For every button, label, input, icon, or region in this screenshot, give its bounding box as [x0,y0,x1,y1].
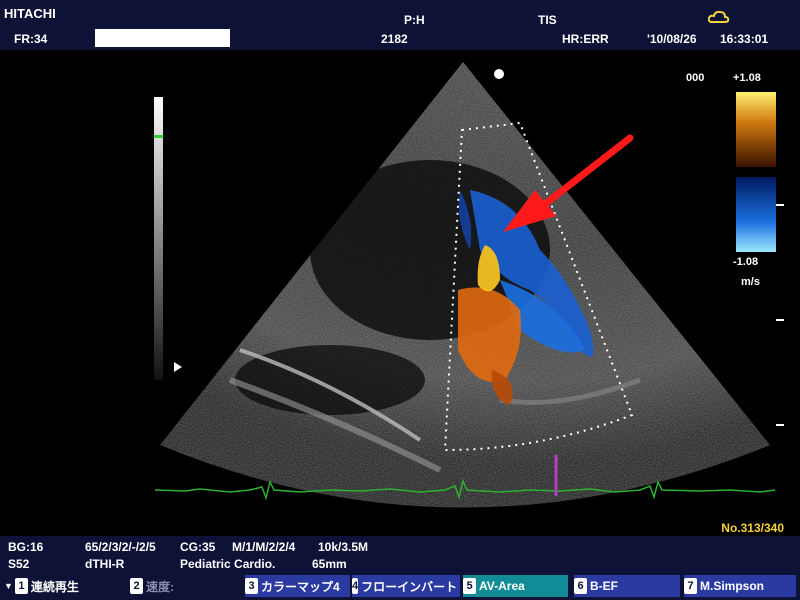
fkey-2[interactable]: 2 速度: [130,575,240,597]
fkey-3[interactable]: 3 カラーマップ4 [245,575,350,597]
velocity-mode: 000 [686,72,705,84]
redacted-patient-info [95,29,230,47]
heart-rate: HR:ERR [562,32,609,46]
function-key-bar: ▼ 1 連続再生 2 速度: 3 カラーマップ4 4 フローインバート 5 AV… [0,575,800,600]
bg-params: 65/2/3/2/-/2/5 [85,540,156,554]
cg-params: M/1/M/2/2/4 [232,540,296,554]
fkey-1[interactable]: ▼ 1 連続再生 [4,575,124,597]
depth: 65mm [312,557,347,571]
velocity-min: -1.08 [733,256,759,268]
fkey-7[interactable]: 7 M.Simpson [684,575,796,597]
ultrasound-image: 000 +1.08 -1.08 m/s [0,50,800,536]
depth-code: 2182 [381,32,408,46]
frequency: 10k/3.5M [318,540,369,554]
triangle-down-icon: ▼ [4,581,13,591]
bg-gain: BG:16 [8,540,44,554]
cg-gain: CG:35 [180,540,216,554]
orientation-dot [494,69,504,79]
fkey-6[interactable]: 6 B-EF [574,575,680,597]
echo-canvas [154,62,784,508]
depth-ticks [776,204,784,426]
fkey-4[interactable]: 4 フローインバート [352,575,460,597]
header-bar: HITACHI FR:34 P:H 2182 TIS HR:ERR '10/08… [0,0,800,50]
grayscale-bar [154,97,163,380]
cloud-icon [708,10,730,23]
grayscale-marker [154,135,163,138]
image-counter: No.313/340 [721,521,784,535]
tis-label: TIS [538,13,557,27]
date-label: '10/08/26 [647,32,697,46]
imaging-mode: dTHI-R [85,557,125,571]
velocity-max: +1.08 [733,72,761,84]
velocity-bar-negative [736,177,776,252]
velocity-unit: m/s [741,276,760,288]
time-label: 16:33:01 [720,32,769,46]
preset: S52 [8,557,30,571]
application: Pediatric Cardio. [180,557,276,571]
fkey-5[interactable]: 5 AV-Area [463,575,568,597]
frame-rate: FR:34 [14,32,48,46]
brand-label: HITACHI [4,6,56,21]
velocity-bar-positive [736,92,776,167]
focus-marker[interactable] [174,362,182,372]
probe-label: P:H [404,13,425,27]
